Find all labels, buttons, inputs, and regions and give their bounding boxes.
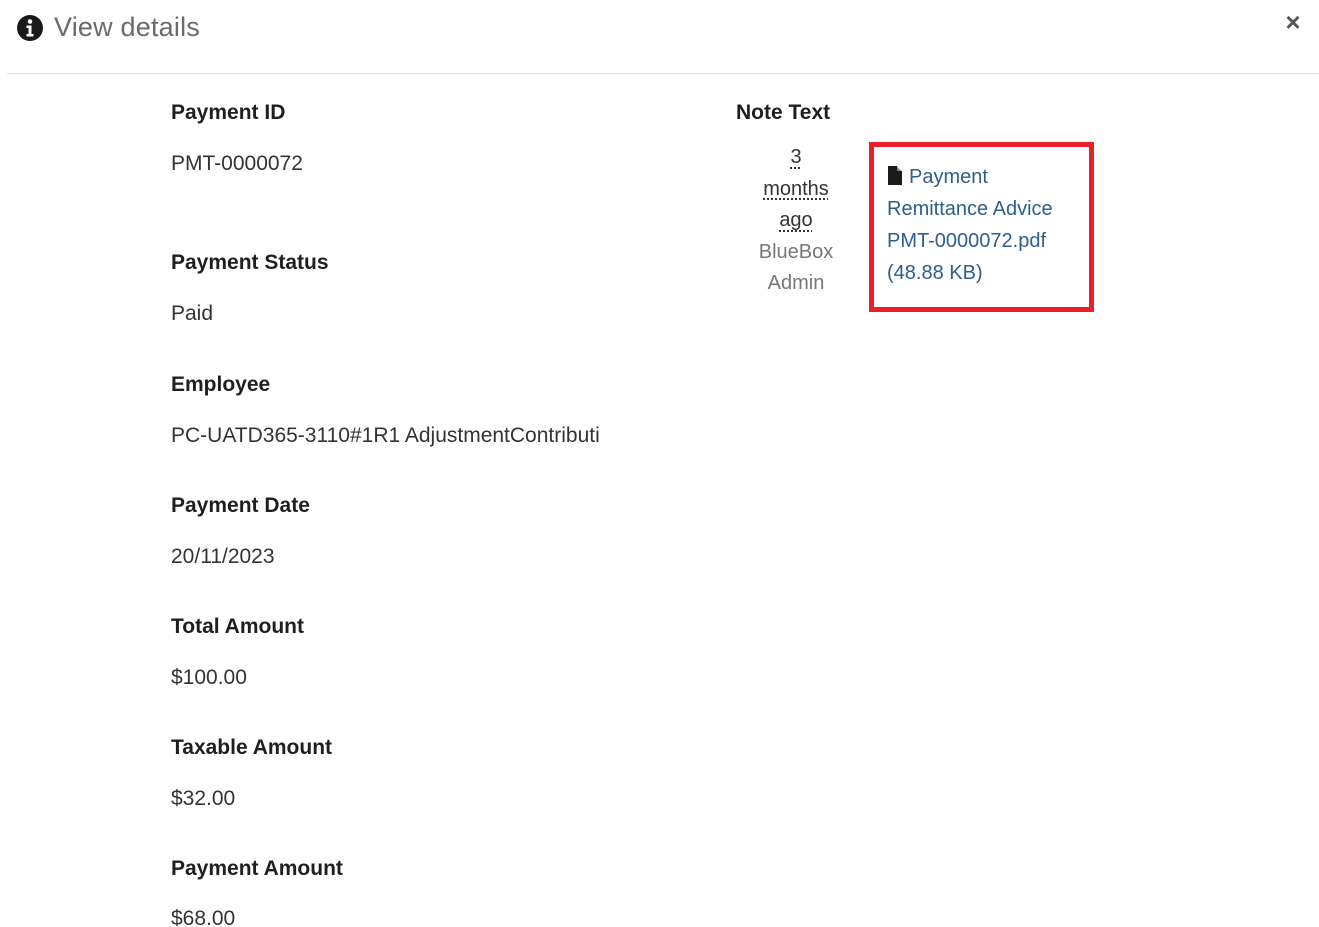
payment-id-value: PMT-0000072 (171, 152, 303, 175)
payment-amount-label: Payment Amount (171, 857, 343, 880)
modal-title: View details (16, 12, 200, 43)
payment-status-value: Paid (171, 302, 214, 325)
header-divider (7, 73, 1319, 74)
note-author: BlueBox Admin (748, 237, 844, 300)
info-icon (16, 14, 44, 42)
note-time-ago-line: months (763, 177, 829, 200)
taxable-amount-label: Taxable Amount (171, 736, 333, 759)
employee-value: PC-UATD365-3110#1R1 AdjustmentContributi (171, 424, 600, 447)
payment-date-value: 20/11/2023 (171, 545, 275, 568)
payment-amount-value: $68.00 (171, 907, 236, 927)
file-icon (887, 163, 903, 185)
note-time-ago-line: 3 (790, 146, 802, 168)
payment-date-label: Payment Date (171, 494, 310, 517)
attachment-highlight-box: Payment Remittance Advice PMT-0000072.pd… (869, 142, 1094, 312)
note-meta: 3 months ago BlueBox Admin (748, 142, 844, 300)
total-amount-value: $100.00 (171, 666, 247, 689)
taxable-amount-value: $32.00 (171, 787, 236, 810)
note-author-line: Admin (767, 272, 825, 294)
note-author-line: BlueBox (758, 240, 834, 263)
attachment-name-line: Payment (909, 166, 988, 188)
modal-title-text: View details (54, 12, 200, 42)
total-amount-label: Total Amount (171, 615, 304, 638)
note-text-label: Note Text (736, 101, 831, 124)
employee-label: Employee (171, 373, 271, 396)
modal-header: View details × (0, 0, 1319, 74)
attachment-link[interactable]: Payment Remittance Advice PMT-0000072.pd… (887, 161, 1087, 289)
attachment-filename: PMT-0000072.pdf (887, 230, 1046, 252)
payment-id-label: Payment ID (171, 101, 286, 124)
payment-status-label: Payment Status (171, 251, 329, 274)
attachment-size: (48.88 KB) (887, 262, 983, 284)
note-time-ago-line: ago (779, 209, 813, 231)
attachment-name-line: Remittance Advice (887, 198, 1053, 220)
note-time-ago[interactable]: 3 months ago (748, 142, 844, 237)
view-details-modal: View details × Payment ID PMT-0000072 Pa… (0, 0, 1319, 927)
close-button[interactable]: × (1281, 8, 1305, 36)
